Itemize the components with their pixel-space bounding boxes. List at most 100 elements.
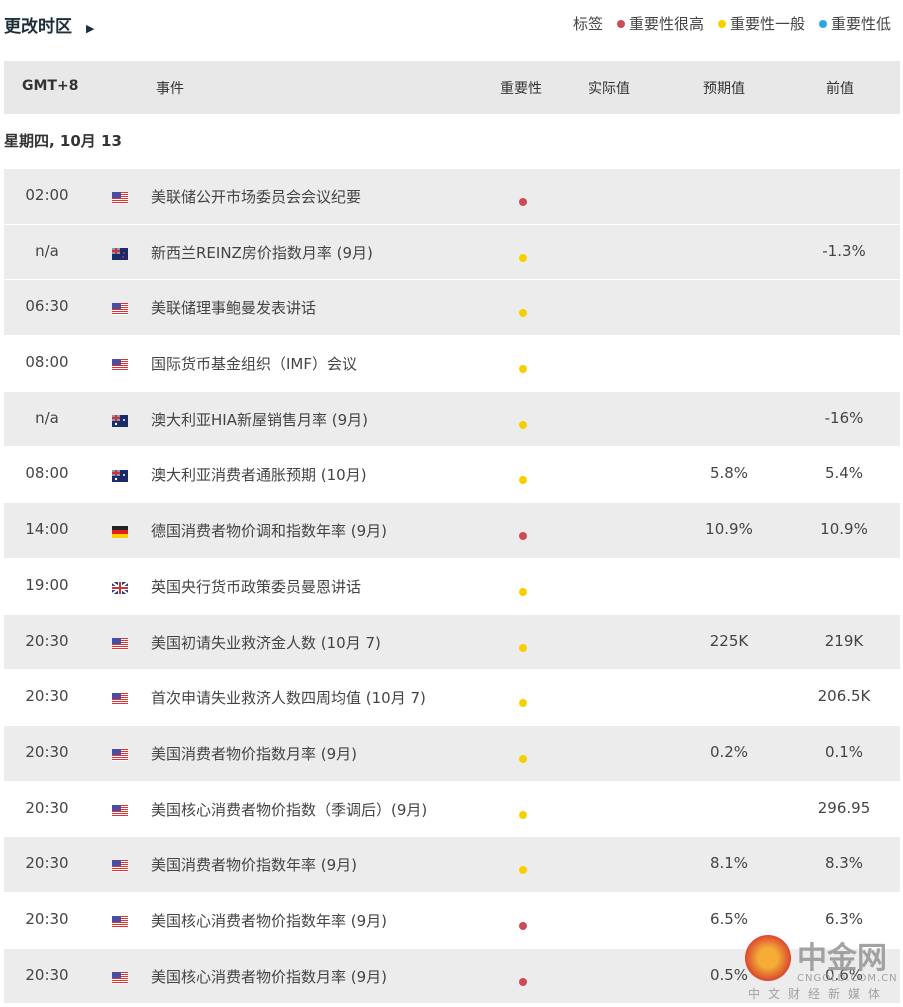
watermark-name: 中金网 [797,941,887,976]
forecast-value: 5.8% [709,464,749,483]
forecast-value: 8.1% [709,854,749,873]
table-row[interactable]: 14:00 德国消费者物价调和指数年率 (9月) 10.9% 10.9% [4,503,900,559]
table-row[interactable]: 20:30 美国初请失业救济金人数 (10月 7) 225K 219K [4,614,900,671]
importance-medium-dot-icon [519,582,527,600]
col-actual: 实际值 [588,81,630,97]
table-row[interactable]: 08:00 国际货币基金组织（IMF）会议 [4,336,900,392]
event-name[interactable]: 美国核心消费者物价指数年率 (9月) [151,910,387,931]
importance-medium-dot-icon [519,860,527,878]
change-timezone-button[interactable]: 更改时区 ▶ [4,12,94,37]
table-row[interactable]: 19:00 英国央行货币政策委员曼恩讲话 [4,559,900,615]
de-flag-icon [112,524,128,539]
nz-flag-icon [112,246,128,260]
table-row[interactable]: 20:30 美国核心消费者物价指数（季调后）(9月) 296.95 [4,782,900,838]
event-name[interactable]: 国际货币基金组织（IMF）会议 [151,353,357,374]
us-flag-icon [112,970,128,984]
table-row[interactable]: 02:00 美联储公开市场委员会会议纪要 [4,169,900,225]
watermark-tagline: 中文财经新媒体 [748,987,889,1001]
event-list: 02:00 美联储公开市场委员会会议纪要 n/a 新西兰REINZ房价指数月率 … [4,169,900,1005]
importance-high-dot-icon [519,192,527,210]
yellow-dot-icon [717,19,726,28]
event-name[interactable]: 英国央行货币政策委员曼恩讲话 [151,576,361,597]
importance-high-dot-icon [519,916,527,934]
table-row[interactable]: 20:30 美国消费者物价指数月率 (9月) 0.2% 0.1% [4,725,900,782]
play-arrow-icon: ▶ [86,22,95,35]
importance-medium-dot-icon [519,303,527,321]
event-time: 20:30 [25,854,69,873]
table-row[interactable]: 06:30 美联储理事鲍曼发表讲话 [4,280,900,337]
event-time: 20:30 [25,631,69,650]
event-time: 20:30 [25,742,69,761]
event-name[interactable]: 新西兰REINZ房价指数月率 (9月) [151,242,373,263]
table-row[interactable]: 08:00 澳大利亚消费者通胀预期 (10月) 5.8% 5.4% [4,447,900,504]
blue-dot-icon [818,19,827,28]
col-event: 事件 [156,81,184,97]
au-flag-icon [112,413,128,427]
previous-value: 8.3% [824,854,864,873]
us-flag-icon [112,636,128,650]
us-flag-icon [112,357,128,372]
us-flag-icon [112,858,128,873]
event-name[interactable]: 美国核心消费者物价指数月率 (9月) [151,966,387,987]
event-name[interactable]: 澳大利亚HIA新屋销售月率 (9月) [151,409,368,430]
us-flag-icon [112,691,128,706]
event-name[interactable]: 德国消费者物价调和指数年率 (9月) [151,520,387,541]
us-flag-icon [112,301,128,316]
event-name[interactable]: 美国消费者物价指数年率 (9月) [151,854,357,875]
event-name[interactable]: 澳大利亚消费者通胀预期 (10月) [151,464,367,485]
event-name[interactable]: 美联储理事鲍曼发表讲话 [151,297,316,318]
event-time: 08:00 [25,353,69,372]
red-dot-icon [616,19,625,28]
event-time: 08:00 [25,464,69,483]
legend-low-label: 重要性低 [830,15,891,33]
importance-medium-dot-icon [519,805,527,823]
top-bar: 更改时区 ▶ 标签 重要性很高 重要性一般 重要性低 [0,0,903,60]
au-flag-icon [112,468,128,483]
gb-flag-icon [111,580,129,595]
legend-medium: 重要性一般 [717,13,805,34]
event-name[interactable]: 首次申请失业救济人数四周均值 (10月 7) [151,687,426,708]
legend-label: 标签 [572,15,603,33]
col-importance: 重要性 [500,81,542,97]
importance-medium-dot-icon [519,749,527,767]
importance-legend: 标签 重要性很高 重要性一般 重要性低 [573,13,891,34]
col-previous: 前值 [826,81,854,97]
previous-value: 10.9% [820,520,868,539]
importance-medium-dot-icon [519,248,527,266]
forecast-value: 225K [709,631,749,650]
importance-medium-dot-icon [519,638,527,656]
legend-low: 重要性低 [818,13,891,34]
watermark-domain: CNGOLD.COM.CN [797,973,898,984]
previous-value: 0.1% [824,742,864,761]
previous-value: 6.3% [824,909,864,928]
event-name[interactable]: 美国初请失业救济金人数 (10月 7) [151,632,381,653]
event-time: n/a [35,408,59,427]
previous-value: -1.3% [822,241,866,260]
previous-value: 206.5K [817,687,871,706]
event-name[interactable]: 美国消费者物价指数月率 (9月) [151,743,357,764]
date-heading: 星期四, 10月 13 [4,132,122,150]
table-row[interactable]: n/a 澳大利亚HIA新屋销售月率 (9月) -16% [4,391,900,448]
importance-high-dot-icon [519,972,527,990]
event-time: 19:00 [25,575,69,594]
previous-value: -16% [824,408,864,427]
event-time: 20:30 [25,965,69,984]
event-time: n/a [35,241,59,260]
event-name[interactable]: 美联储公开市场委员会会议纪要 [151,186,361,207]
us-flag-icon [112,747,128,761]
forecast-value: 10.9% [705,520,753,539]
table-row[interactable]: n/a 新西兰REINZ房价指数月率 (9月) -1.3% [4,224,900,281]
event-name[interactable]: 美国核心消费者物价指数（季调后）(9月) [151,799,427,820]
col-timezone: GMT+8 [22,78,79,94]
watermark: 中金网 CNGOLD.COM.CN 中文财经新媒体 [745,933,898,1003]
forecast-value: 6.5% [709,909,749,928]
event-time: 14:00 [25,520,69,539]
us-flag-icon [112,914,128,928]
us-flag-icon [112,190,128,204]
table-row[interactable]: 20:30 美国消费者物价指数年率 (9月) 8.1% 8.3% [4,837,900,893]
importance-medium-dot-icon [519,470,527,488]
previous-value: 296.95 [817,798,871,817]
cngold-logo-icon [745,935,791,981]
importance-high-dot-icon [519,526,527,544]
table-row[interactable]: 20:30 首次申请失业救济人数四周均值 (10月 7) 206.5K [4,670,900,726]
